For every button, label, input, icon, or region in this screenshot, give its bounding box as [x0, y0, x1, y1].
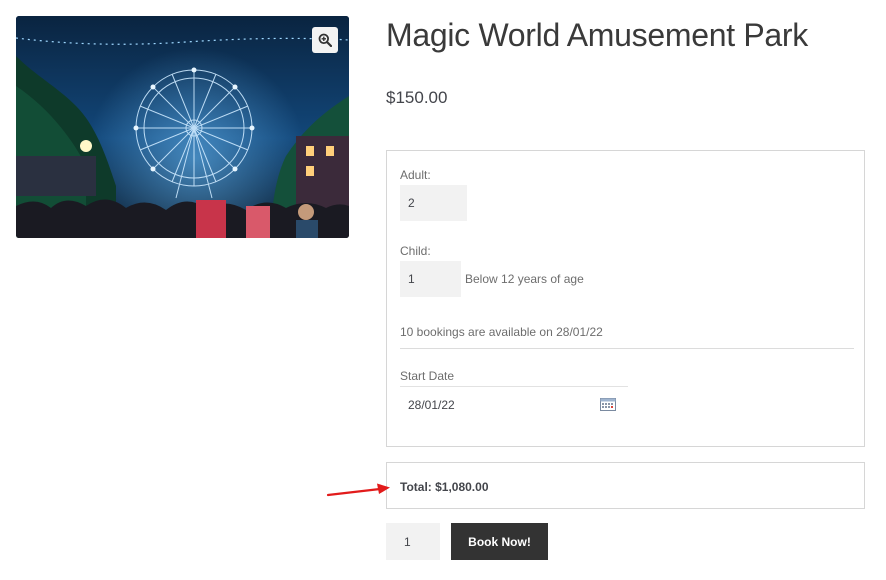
availability-notice: 10 bookings are available on 28/01/22	[400, 325, 603, 339]
start-date-label: Start Date	[400, 369, 455, 383]
ferris-wheel-night-photo	[16, 16, 349, 238]
child-label: Child:	[400, 244, 431, 258]
start-date-field[interactable]	[400, 386, 628, 422]
annotation-arrow-icon	[326, 483, 390, 497]
quantity-input[interactable]	[386, 523, 440, 560]
calendar-icon[interactable]	[600, 397, 616, 411]
product-price: $150.00	[386, 88, 448, 107]
book-now-button[interactable]: Book Now!	[451, 523, 548, 560]
adult-label: Adult:	[400, 168, 431, 182]
zoom-in-icon	[318, 33, 332, 47]
product-title: Magic World Amusement Park	[386, 17, 808, 54]
child-quantity-input[interactable]	[400, 261, 461, 297]
child-age-note: Below 12 years of age	[465, 272, 584, 286]
zoom-button[interactable]	[312, 27, 338, 53]
product-image[interactable]	[16, 16, 349, 238]
form-divider	[400, 348, 854, 349]
booking-form: Adult: Child: Below 12 years of age 10 b…	[386, 150, 865, 447]
product-title-text: Magic World Amusement Park	[386, 17, 808, 53]
product-page: Magic World Amusement Park $150.00 Adult…	[0, 0, 886, 580]
adult-quantity-input[interactable]	[400, 185, 467, 221]
start-date-input[interactable]	[400, 396, 590, 413]
booking-total: Total: $1,080.00	[400, 480, 489, 494]
booking-total-box: Total: $1,080.00	[386, 462, 865, 509]
